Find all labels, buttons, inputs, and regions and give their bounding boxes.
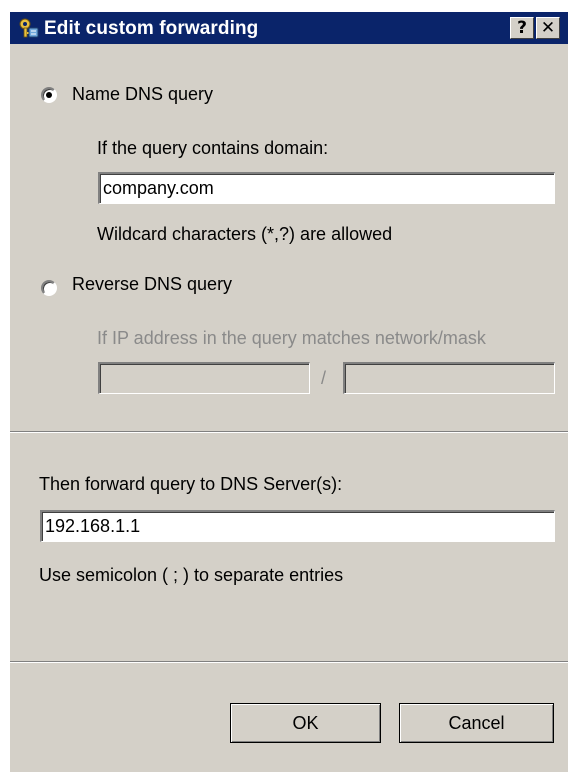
domain-input[interactable] — [98, 172, 555, 204]
edit-custom-forwarding-dialog: Edit custom forwarding ? ✕ Name DNS quer… — [8, 10, 568, 772]
reverse-dns-query-label[interactable]: Reverse DNS query — [72, 274, 232, 295]
close-button[interactable]: ✕ — [536, 17, 560, 39]
network-key-icon — [19, 18, 39, 38]
network-input[interactable] — [98, 362, 310, 394]
name-dns-query-radio[interactable] — [41, 87, 57, 103]
network-mask-separator: / — [321, 368, 327, 388]
ok-button[interactable]: OK — [230, 703, 381, 743]
name-dns-query-label[interactable]: Name DNS query — [72, 84, 213, 105]
reverse-prompt-label: If IP address in the query matches netwo… — [97, 328, 486, 348]
help-button[interactable]: ? — [510, 17, 534, 39]
wildcard-hint: Wildcard characters (*,?) are allowed — [97, 224, 393, 244]
separator-hint: Use semicolon ( ; ) to separate entries — [39, 565, 344, 585]
radio-selected-dot — [46, 92, 52, 98]
buttons-divider — [10, 661, 568, 663]
cancel-button[interactable]: Cancel — [399, 703, 554, 743]
section-divider — [10, 431, 568, 433]
mask-input[interactable] — [343, 362, 555, 394]
dialog-title: Edit custom forwarding — [44, 18, 259, 39]
dns-servers-input[interactable] — [40, 510, 555, 542]
forward-prompt-label: Then forward query to DNS Server(s): — [39, 474, 343, 494]
reverse-dns-query-radio[interactable] — [41, 280, 57, 296]
title-bar[interactable]: Edit custom forwarding ? ✕ — [10, 12, 568, 44]
domain-prompt-label: If the query contains domain: — [97, 138, 329, 158]
